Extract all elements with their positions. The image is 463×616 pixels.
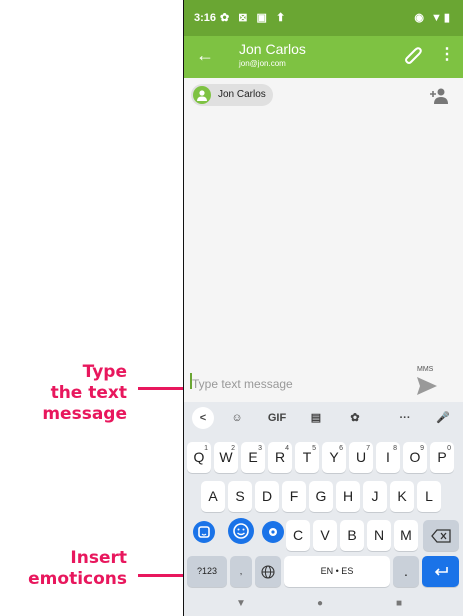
key-a[interactable]: A	[201, 481, 225, 512]
key-r[interactable]: R4	[268, 442, 292, 473]
key-number: 2	[231, 445, 235, 452]
key-number: 1	[204, 445, 208, 452]
mms-label: MMS	[417, 366, 434, 373]
key-h[interactable]: H	[336, 481, 360, 512]
status-bar: 3:16 ✿ ⊠ ▣ ⬆ ◉ ▼▮	[184, 0, 463, 36]
home-nav-icon[interactable]: ●	[317, 598, 323, 609]
key-label: Q	[193, 449, 205, 465]
key-number: 9	[420, 445, 424, 452]
chevron-left-icon[interactable]: <	[192, 407, 214, 429]
key-number: 4	[285, 445, 289, 452]
key-w[interactable]: W2	[214, 442, 238, 473]
callout-line-1: Insert	[70, 548, 127, 568]
status-notification-icons: ✿ ⊠ ▣ ⬆	[220, 12, 289, 24]
paperclip-icon[interactable]	[402, 44, 424, 66]
settings-icon[interactable]: ✿	[344, 407, 366, 429]
symbols-key[interactable]: ?123	[187, 556, 227, 587]
key-number: 5	[312, 445, 316, 452]
key-i[interactable]: I8	[376, 442, 400, 473]
key-label: P	[437, 449, 447, 465]
key-number: 8	[393, 445, 397, 452]
gif-button[interactable]: GIF	[264, 407, 290, 429]
key-p[interactable]: P0	[430, 442, 454, 473]
avatar	[193, 86, 211, 104]
key-e[interactable]: E3	[241, 442, 265, 473]
space-bar[interactable]: EN • ES	[284, 556, 390, 587]
emoji-icon[interactable]	[228, 518, 254, 544]
arrow-left-icon[interactable]: ←	[196, 45, 214, 66]
callout-line-2: emoticons	[28, 569, 127, 589]
key-q[interactable]: Q1	[187, 442, 211, 473]
key-l[interactable]: L	[417, 481, 441, 512]
recents-nav-icon[interactable]: ■	[396, 598, 402, 609]
key-j[interactable]: J	[363, 481, 387, 512]
key-b[interactable]: B	[340, 520, 364, 551]
microphone-icon[interactable]: 🎤	[432, 407, 454, 429]
key-y[interactable]: Y6	[322, 442, 346, 473]
gear-icon[interactable]	[262, 521, 284, 543]
keyboard-toolbar: < ☺ GIF ▤ ✿ ··· 🎤	[184, 402, 463, 434]
more-horiz-icon[interactable]: ···	[394, 407, 416, 429]
recipient-name: Jon Carlos	[218, 89, 266, 100]
callout-type-message: Type the text message	[42, 362, 127, 425]
key-label: I	[386, 449, 390, 465]
period-key[interactable]: .	[393, 556, 419, 587]
sticker-shortcut-icon[interactable]	[193, 521, 215, 543]
key-label: T	[302, 449, 312, 465]
key-number: 6	[339, 445, 343, 452]
backspace-key[interactable]	[423, 520, 459, 551]
key-label: O	[409, 449, 421, 465]
key-label: Y	[329, 449, 339, 465]
keyboard: < ☺ GIF ▤ ✿ ··· 🎤 Q1 W2 E3 R4 T5 Y6 U7 I…	[184, 402, 463, 591]
callout-line-1: Type	[82, 362, 127, 382]
enter-key[interactable]	[422, 556, 459, 587]
key-number: 3	[258, 445, 262, 452]
app-bar: ← Jon Carlos jon@jon.com ⋮	[184, 36, 463, 78]
contact-email: jon@jon.com	[239, 59, 286, 68]
key-number: 7	[366, 445, 370, 452]
key-t[interactable]: T5	[295, 442, 319, 473]
key-n[interactable]: N	[367, 520, 391, 551]
add-person-icon[interactable]	[428, 87, 450, 105]
key-k[interactable]: K	[390, 481, 414, 512]
recipient-chip[interactable]: Jon Carlos	[191, 84, 273, 106]
clipboard-icon[interactable]: ▤	[305, 407, 327, 429]
callout-line-3: message	[42, 404, 127, 424]
comma-key[interactable]: ,	[230, 556, 252, 587]
key-v[interactable]: V	[313, 520, 337, 551]
back-nav-icon[interactable]: ▼	[236, 598, 246, 609]
globe-icon[interactable]	[255, 556, 281, 587]
key-u[interactable]: U7	[349, 442, 373, 473]
contact-name: Jon Carlos	[239, 41, 306, 57]
status-system-icons: ◉ ▼▮	[414, 12, 452, 24]
sticker-icon[interactable]: ☺	[226, 407, 248, 429]
navigation-bar: ▼ ● ■	[184, 591, 463, 616]
key-o[interactable]: O9	[403, 442, 427, 473]
key-label: R	[274, 449, 286, 465]
send-icon[interactable]	[416, 376, 438, 401]
message-input[interactable]: Type text message	[192, 377, 293, 391]
key-label: U	[355, 449, 367, 465]
compose-bar: Type text message MMS	[184, 358, 463, 402]
key-s[interactable]: S	[228, 481, 252, 512]
key-f[interactable]: F	[282, 481, 306, 512]
key-label: E	[248, 449, 258, 465]
key-g[interactable]: G	[309, 481, 333, 512]
key-c[interactable]: C	[286, 520, 310, 551]
more-vert-icon[interactable]: ⋮	[439, 44, 455, 64]
phone-screen: 3:16 ✿ ⊠ ▣ ⬆ ◉ ▼▮ ← Jon Carlos jon@jon.c…	[183, 0, 463, 616]
status-time: 3:16	[194, 12, 217, 24]
key-m[interactable]: M	[394, 520, 418, 551]
key-number: 0	[447, 445, 451, 452]
callout-line-2: the text	[50, 383, 127, 403]
key-d[interactable]: D	[255, 481, 279, 512]
callout-insert-emoticons: Insert emoticons	[28, 548, 127, 590]
